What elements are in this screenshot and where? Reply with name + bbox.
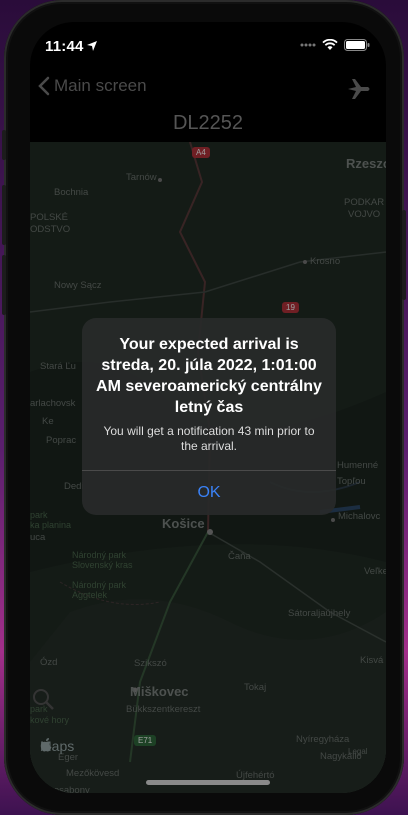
volume-down-button <box>2 255 6 315</box>
location-arrow-icon <box>87 41 97 51</box>
wifi-icon <box>322 39 338 50</box>
alert-title: Your expected arrival is streda, 20. júl… <box>96 336 322 416</box>
back-button-label: Main screen <box>54 76 147 95</box>
alert-ok-button[interactable]: OK <box>82 471 336 515</box>
status-indicators <box>300 39 370 51</box>
power-button <box>402 210 406 300</box>
battery-icon <box>344 39 370 51</box>
mute-switch <box>2 130 6 160</box>
back-button[interactable]: Main screen <box>38 76 147 96</box>
airplane-icon[interactable] <box>346 76 372 102</box>
arrival-alert: Your expected arrival is streda, 20. júl… <box>82 318 336 515</box>
screen: 11:44 Main screen DL2252 Rzesz Tarnów Bo… <box>30 22 386 793</box>
status-bar: 11:44 <box>30 22 386 68</box>
status-time: 11:44 <box>45 38 84 55</box>
alert-message: You will get a notification 43 min prior… <box>103 424 315 453</box>
navigation-bar: Main screen <box>30 68 386 112</box>
cellular-signal-icon <box>300 43 316 47</box>
phone-frame: 11:44 Main screen DL2252 Rzesz Tarnów Bo… <box>2 0 406 815</box>
volume-up-button <box>2 185 6 245</box>
flight-title: DL2252 <box>172 112 244 134</box>
home-indicator[interactable] <box>146 780 270 785</box>
chevron-left-icon <box>38 76 50 96</box>
